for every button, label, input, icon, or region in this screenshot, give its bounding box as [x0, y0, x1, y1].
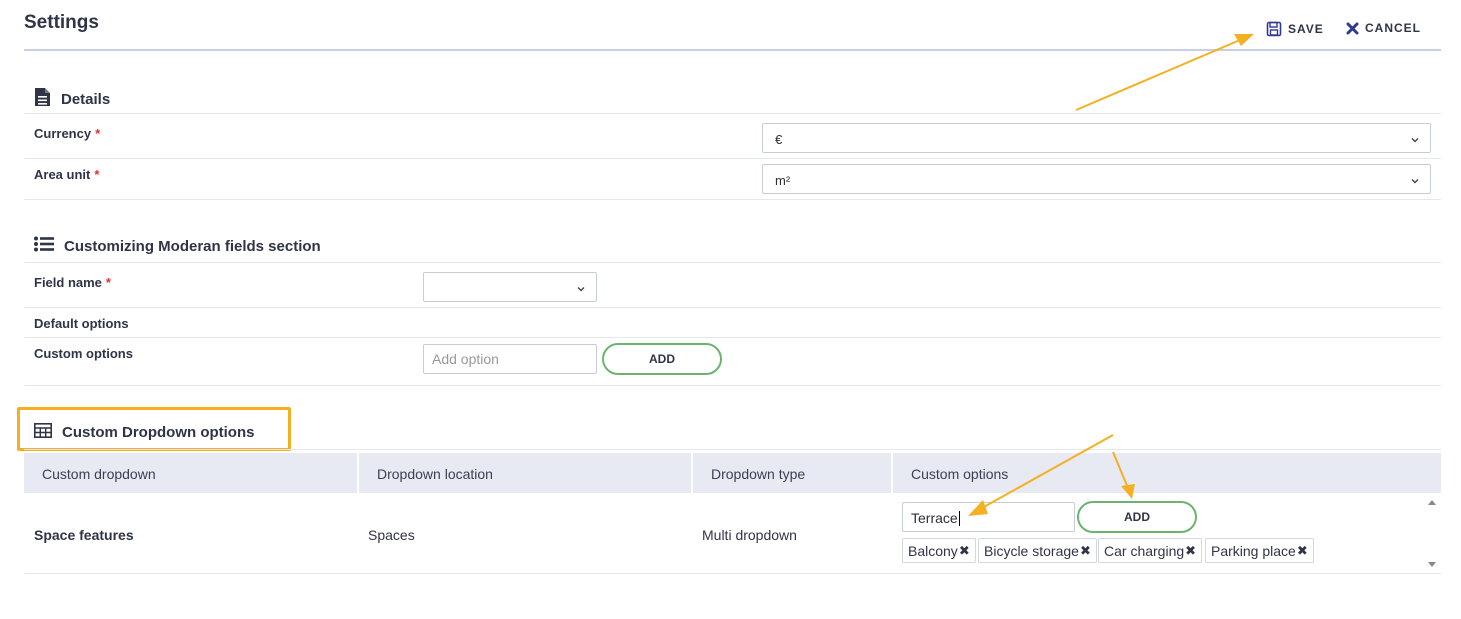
annotation-highlight-box	[17, 407, 291, 451]
custom-options-label: Custom options	[34, 346, 133, 361]
row-dropdown-name: Space features	[34, 527, 134, 543]
chevron-down-icon	[1410, 174, 1420, 189]
option-chip-car-charging: Car charging ✖	[1098, 538, 1203, 563]
area-unit-value: m²	[775, 173, 791, 188]
divider	[24, 307, 1441, 308]
currency-select[interactable]: €	[762, 123, 1431, 153]
chevron-down-icon	[576, 282, 586, 297]
add-label: ADD	[1124, 510, 1150, 524]
divider	[24, 449, 1441, 450]
field-name-label: Field name *	[34, 275, 111, 290]
save-icon	[1266, 21, 1282, 37]
add-option-input[interactable]: Add option	[423, 344, 597, 374]
divider	[24, 113, 1441, 114]
add-label: ADD	[649, 352, 675, 366]
document-icon	[34, 87, 51, 111]
moderan-title: Customizing Moderan fields section	[64, 237, 321, 255]
header-divider	[24, 49, 1441, 51]
remove-chip-icon[interactable]: ✖	[959, 543, 970, 559]
add-option-button[interactable]: ADD	[602, 343, 722, 375]
scroll-down-arrow[interactable]	[1428, 562, 1436, 567]
divider	[24, 385, 1441, 386]
required-mark: *	[105, 275, 111, 290]
currency-value: €	[775, 132, 783, 147]
currency-label: Currency *	[34, 126, 100, 141]
divider	[24, 262, 1441, 263]
row-dropdown-type: Multi dropdown	[702, 527, 797, 543]
column-header-dropdown-location: Dropdown location	[377, 466, 493, 482]
scroll-up-arrow[interactable]	[1428, 500, 1436, 505]
add-custom-option-button[interactable]: ADD	[1077, 501, 1197, 533]
chip-label: Parking place	[1211, 542, 1296, 559]
cancel-label: CANCEL	[1365, 21, 1421, 35]
required-mark: *	[94, 167, 100, 182]
close-icon	[1346, 22, 1359, 35]
column-header-custom-dropdown: Custom dropdown	[42, 466, 156, 482]
add-option-placeholder: Add option	[432, 351, 499, 367]
custom-option-input[interactable]: Terrace	[902, 502, 1075, 532]
cancel-button[interactable]: CANCEL	[1346, 21, 1421, 35]
details-title: Details	[61, 90, 111, 108]
chip-label: Bicycle storage	[984, 542, 1079, 559]
page-title: Settings	[24, 12, 99, 33]
currency-label-text: Currency	[34, 126, 92, 141]
remove-chip-icon[interactable]: ✖	[1297, 543, 1308, 559]
save-label: SAVE	[1288, 22, 1324, 36]
chip-label: Balcony	[908, 542, 958, 559]
save-button[interactable]: SAVE	[1266, 21, 1324, 37]
column-header-custom-options: Custom options	[911, 466, 1009, 482]
default-options-label: Default options	[34, 316, 129, 331]
column-header-dropdown-type: Dropdown type	[711, 466, 806, 482]
required-mark: *	[95, 126, 101, 141]
list-icon	[34, 236, 54, 256]
divider	[24, 573, 1441, 574]
option-chip-balcony: Balcony ✖	[902, 538, 976, 563]
divider	[24, 199, 1441, 200]
text-caret	[958, 511, 960, 526]
chip-label: Car charging	[1104, 542, 1185, 559]
area-unit-select[interactable]: m²	[762, 164, 1431, 194]
row-dropdown-location: Spaces	[368, 527, 415, 543]
moderan-section-title: Customizing Moderan fields section	[34, 236, 321, 256]
area-unit-label-text: Area unit	[34, 167, 91, 182]
custom-option-input-value: Terrace	[911, 510, 958, 526]
field-name-label-text: Field name	[34, 275, 102, 290]
area-unit-label: Area unit *	[34, 167, 99, 182]
divider	[24, 158, 1441, 159]
table-header: Custom dropdown Dropdown location Dropdo…	[24, 453, 1441, 493]
divider	[24, 337, 1441, 338]
remove-chip-icon[interactable]: ✖	[1185, 543, 1196, 559]
remove-chip-icon[interactable]: ✖	[1080, 543, 1091, 559]
option-chip-parking-place: Parking place ✖	[1205, 538, 1314, 563]
chevron-down-icon	[1410, 133, 1420, 148]
field-name-select[interactable]	[423, 272, 597, 302]
option-chip-bicycle-storage: Bicycle storage ✖	[978, 538, 1097, 563]
details-section-title: Details	[34, 87, 110, 111]
